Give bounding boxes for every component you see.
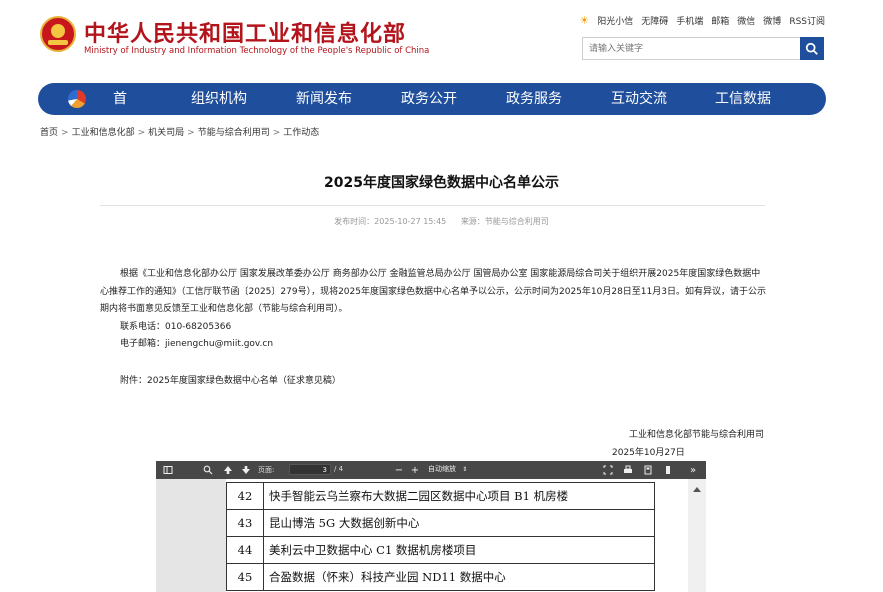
pdf-scrollbar[interactable] bbox=[688, 479, 706, 592]
nav-logo-icon bbox=[68, 90, 86, 108]
pdf-viewer: 页面: 3 / 4 − + 自动缩放 ⇕ » 42 快手智能云乌兰察布大数据二园… bbox=[156, 461, 706, 592]
signature-org: 工业和信息化部节能与综合利用司 bbox=[628, 430, 764, 440]
zoom-value: 自动缩放 bbox=[428, 465, 456, 473]
table-row: 44 美利云中卫数据中心 C1 数据机房楼项目 bbox=[226, 536, 655, 564]
breadcrumb-separator: > bbox=[272, 128, 281, 138]
find-icon[interactable] bbox=[202, 464, 214, 476]
article-source: 来源：节能与综合利用司 bbox=[460, 217, 549, 226]
scroll-up-arrow-icon[interactable] bbox=[693, 487, 701, 492]
breadcrumb-separator: > bbox=[137, 128, 146, 138]
table-row: 43 昆山博浩 5G 大数据创新中心 bbox=[226, 509, 655, 537]
row-number: 42 bbox=[226, 482, 264, 510]
contact-phone: 联系电话：010-68205366 bbox=[120, 321, 232, 332]
zoom-out-icon[interactable]: − bbox=[394, 464, 404, 476]
top-link-mobile[interactable]: 手机端 bbox=[676, 14, 703, 27]
breadcrumb-separator: > bbox=[61, 128, 69, 138]
breadcrumb-home[interactable]: 首页 bbox=[40, 128, 58, 138]
dropdown-arrow-icon: ⇕ bbox=[462, 466, 468, 473]
zoom-select[interactable]: 自动缩放 ⇕ bbox=[428, 464, 488, 475]
print-icon[interactable] bbox=[622, 464, 634, 476]
signature-date: 2025年10月27日 bbox=[612, 448, 685, 458]
article-body: 根据《工业和信息化部办公厅 国家发展改革委办公厅 商务部办公厅 金融监管总局办公… bbox=[100, 266, 768, 354]
sidebar-toggle-icon[interactable] bbox=[162, 464, 174, 476]
top-link-rss[interactable]: RSS订阅 bbox=[789, 14, 825, 27]
nav-item-government-affairs[interactable]: 政务公开 bbox=[401, 83, 457, 115]
article-title: 2025年度国家绿色数据中心名单公示 bbox=[324, 175, 559, 191]
row-name: 昆山博浩 5G 大数据创新中心 bbox=[263, 509, 655, 537]
article-meta: 发布时间：2025-10-27 15:45 来源：节能与综合利用司 bbox=[0, 216, 883, 227]
row-number: 45 bbox=[226, 563, 264, 591]
next-page-icon[interactable] bbox=[240, 464, 252, 476]
page-total: / 4 bbox=[334, 465, 344, 473]
search-icon bbox=[805, 42, 818, 55]
row-name: 快手智能云乌兰察布大数据二园区数据中心项目 B1 机房楼 bbox=[263, 482, 655, 510]
sun-icon: ☀ bbox=[579, 14, 590, 27]
row-number: 43 bbox=[226, 509, 264, 537]
previous-page-icon[interactable] bbox=[222, 464, 234, 476]
national-emblem-icon bbox=[40, 16, 76, 52]
top-link-mail[interactable]: 邮箱 bbox=[711, 14, 729, 27]
breadcrumb-work-news[interactable]: 工作动态 bbox=[283, 128, 319, 138]
attachment-link[interactable]: 附件：2025年度国家绿色数据中心名单（征求意见稿） bbox=[120, 373, 341, 386]
tools-menu-icon[interactable]: » bbox=[686, 464, 700, 476]
article-paragraph: 根据《工业和信息化部办公厅 国家发展改革委办公厅 商务部办公厅 金融监管总局办公… bbox=[100, 269, 766, 314]
main-nav: 首页 组织机构 新闻发布 政务公开 政务服务 互动交流 工信数据 bbox=[38, 83, 826, 139]
nav-item-interaction[interactable]: 互动交流 bbox=[611, 83, 667, 115]
page-number-input[interactable]: 3 bbox=[289, 464, 331, 475]
site-title-cn: 中华人民共和国工业和信息化部 bbox=[84, 22, 407, 47]
breadcrumb: 首页 > 工业和信息化部 > 机关司局 > 节能与综合利用司 > 工作动态 bbox=[40, 125, 319, 138]
top-link-weibo[interactable]: 微博 bbox=[763, 14, 781, 27]
nav-item-organization[interactable]: 组织机构 bbox=[191, 83, 247, 115]
top-link-wechat[interactable]: 微信 bbox=[737, 14, 755, 27]
contact-email: 电子邮箱：jienengchu@miit.gov.cn bbox=[120, 339, 274, 349]
site-title-en: Ministry of Industry and Information Tec… bbox=[84, 46, 430, 56]
search-box bbox=[582, 37, 824, 60]
breadcrumb-ministry[interactable]: 工业和信息化部 bbox=[72, 128, 135, 138]
top-links: ☀ 阳光小信 无障碍 手机端 邮箱 微信 微博 RSS订阅 bbox=[579, 14, 825, 27]
bookmark-icon[interactable] bbox=[662, 464, 674, 476]
nav-item-news[interactable]: 新闻发布 bbox=[296, 83, 352, 115]
breadcrumb-separator: > bbox=[187, 128, 195, 138]
table-row: 42 快手智能云乌兰察布大数据二园区数据中心项目 B1 机房楼 bbox=[226, 482, 655, 510]
zoom-in-icon[interactable]: + bbox=[410, 464, 420, 476]
breadcrumb-departments[interactable]: 机关司局 bbox=[148, 128, 184, 138]
presentation-mode-icon[interactable] bbox=[602, 464, 614, 476]
search-input[interactable] bbox=[583, 38, 799, 59]
data-center-table: 42 快手智能云乌兰察布大数据二园区数据中心项目 B1 机房楼 43 昆山博浩 … bbox=[226, 482, 655, 591]
page-label: 页面: bbox=[258, 466, 275, 474]
site-logo[interactable]: 中华人民共和国工业和信息化部 Ministry of Industry and … bbox=[40, 16, 429, 62]
table-row: 45 合盈数据（怀来）科技产业园 ND11 数据中心 bbox=[226, 563, 655, 591]
pdf-page: 42 快手智能云乌兰察布大数据二园区数据中心项目 B1 机房楼 43 昆山博浩 … bbox=[226, 479, 688, 592]
row-name: 美利云中卫数据中心 C1 数据机房楼项目 bbox=[263, 536, 655, 564]
download-icon[interactable] bbox=[642, 464, 654, 476]
top-link-accessibility[interactable]: 无障碍 bbox=[641, 14, 668, 27]
row-name: 合盈数据（怀来）科技产业园 ND11 数据中心 bbox=[263, 563, 655, 591]
nav-item-data[interactable]: 工信数据 bbox=[715, 83, 771, 115]
pdf-toolbar: 页面: 3 / 4 − + 自动缩放 ⇕ » bbox=[156, 461, 706, 479]
publish-time: 发布时间：2025-10-27 15:45 bbox=[334, 217, 447, 226]
title-divider bbox=[100, 205, 765, 206]
nav-item-services[interactable]: 政务服务 bbox=[506, 83, 562, 115]
breadcrumb-energy-dept[interactable]: 节能与综合利用司 bbox=[198, 128, 270, 138]
search-button[interactable] bbox=[800, 37, 824, 60]
row-number: 44 bbox=[226, 536, 264, 564]
top-link-sunshine[interactable]: 阳光小信 bbox=[597, 14, 633, 27]
